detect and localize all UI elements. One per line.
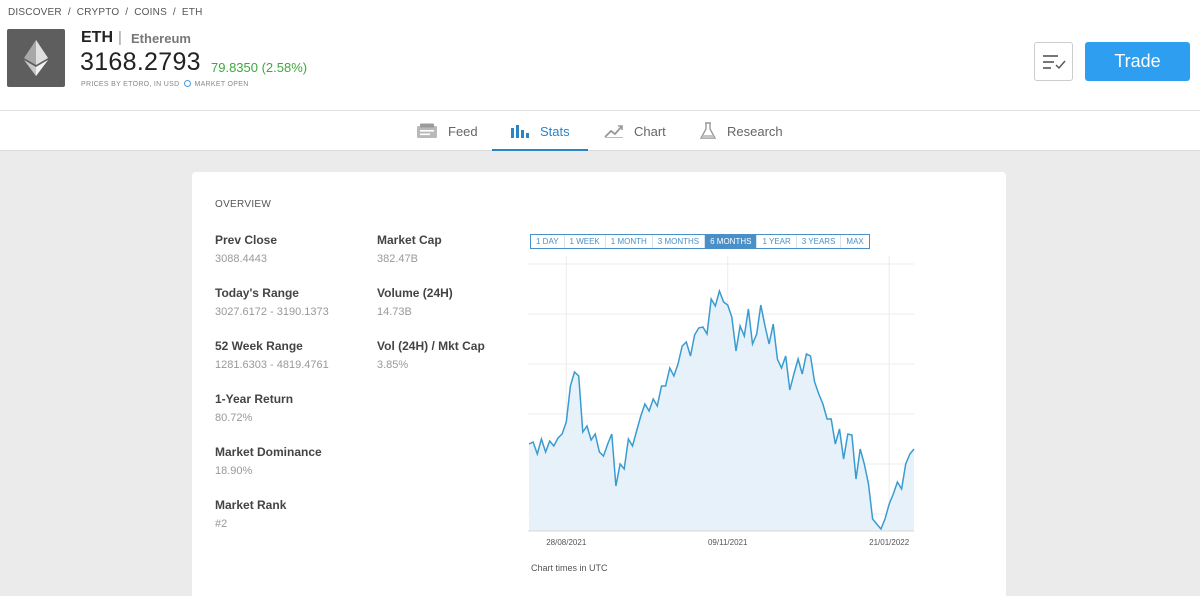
tab-label: Research [727, 123, 783, 139]
tab-feed[interactable]: Feed [416, 111, 478, 151]
price-area-fill [529, 291, 914, 531]
range-option-1-week[interactable]: 1 WEEK [565, 235, 606, 248]
range-option-max[interactable]: MAX [841, 235, 868, 248]
stat-market-cap: Market Cap 382.47B [377, 233, 442, 265]
stat-value: 80.72% [215, 412, 253, 424]
stat-value: 18.90% [215, 465, 253, 477]
stat-market-dominance: Market Dominance 18.90% [215, 445, 322, 477]
tab-research[interactable]: Research [699, 111, 783, 151]
x-tick-label: 28/08/2021 [546, 538, 587, 547]
bar-chart-icon [511, 125, 529, 138]
stat-1-year-return: 1-Year Return 80.72% [215, 392, 293, 424]
line-chart-icon [604, 125, 623, 138]
asset-header: DISCOVER / CRYPTO / COINS / ETH ETH | Et… [0, 0, 1200, 110]
stat-label: Vol (24H) / Mkt Cap [377, 339, 485, 353]
tab-stats[interactable]: Stats [492, 111, 588, 151]
chart-timezone-note: Chart times in UTC [531, 563, 608, 573]
stat-value: 382.47B [377, 253, 418, 265]
market-status: MARKET OPEN [194, 81, 249, 88]
stat-label: Market Rank [215, 498, 287, 512]
ethereum-icon [24, 40, 48, 76]
range-option-3-months[interactable]: 3 MONTHS [653, 235, 706, 248]
x-tick-label: 21/01/2022 [869, 538, 910, 547]
stat-label: Volume (24H) [377, 286, 453, 300]
breadcrumb-separator: / [125, 7, 129, 18]
price-chart: 5000.00004500.00004000.00003500.00003000… [528, 256, 915, 547]
range-option-1-year[interactable]: 1 YEAR [757, 235, 797, 248]
stat-label: Market Cap [377, 233, 442, 247]
flask-icon [699, 122, 717, 139]
current-price: 3168.2793 [80, 48, 201, 76]
overview-title: OVERVIEW [215, 199, 272, 210]
watchlist-button[interactable] [1034, 42, 1073, 81]
watchlist-check-icon [1043, 55, 1066, 70]
breadcrumb: DISCOVER / CRYPTO / COINS / ETH [8, 7, 206, 18]
stat-value: 3.85% [377, 359, 409, 371]
tab-label: Chart [634, 123, 666, 139]
breadcrumb-separator: / [172, 7, 176, 18]
stat-value: 14.73B [377, 306, 412, 318]
breadcrumb-crypto[interactable]: CRYPTO [77, 7, 120, 18]
title-separator: | [118, 29, 122, 46]
tab-label: Feed [448, 123, 478, 139]
asset-tabs: Feed Stats Chart Research [0, 110, 1200, 151]
range-option-1-day[interactable]: 1 DAY [531, 235, 565, 248]
ethereum-logo [7, 29, 65, 87]
tab-chart[interactable]: Chart [604, 111, 666, 151]
trade-button[interactable]: Trade [1085, 42, 1190, 81]
clock-icon [184, 80, 192, 87]
stat-todays-range: Today's Range 3027.6172 - 3190.1373 [215, 286, 329, 318]
price-source-info: PRICES BY ETORO, IN USD MARKET OPEN [81, 80, 249, 88]
stat-value: 3088.4443 [215, 253, 267, 265]
stat-market-rank: Market Rank #2 [215, 498, 286, 530]
breadcrumb-discover[interactable]: DISCOVER [8, 7, 62, 18]
stat-label: 1-Year Return [215, 392, 294, 406]
stat-prev-close: Prev Close 3088.4443 [215, 233, 277, 265]
x-tick-label: 09/11/2021 [708, 538, 748, 547]
coin-name: Ethereum [131, 31, 191, 46]
feed-icon [417, 123, 437, 138]
stat-label: Today's Range [215, 286, 299, 300]
range-option-3-years[interactable]: 3 YEARS [797, 235, 842, 248]
stat-vol-mkt-cap: Vol (24H) / Mkt Cap 3.85% [377, 339, 485, 371]
stat-value: 3027.6172 - 3190.1373 [215, 306, 329, 318]
range-option-6-months[interactable]: 6 MONTHS [705, 235, 758, 248]
stat-value: #2 [215, 518, 228, 530]
breadcrumb-coins[interactable]: COINS [134, 7, 167, 18]
stat-label: Market Dominance [215, 445, 322, 459]
stat-label: Prev Close [215, 233, 278, 247]
breadcrumb-separator: / [67, 7, 71, 18]
range-option-1-month[interactable]: 1 MONTH [606, 235, 653, 248]
tab-label: Stats [540, 123, 570, 139]
stat-52-week-range: 52 Week Range 1281.6303 - 4819.4761 [215, 339, 329, 371]
prices-by-label: PRICES BY ETORO, IN USD [81, 81, 180, 88]
overview-card: OVERVIEW Prev Close 3088.4443 Today's Ra… [192, 172, 1006, 596]
stat-label: 52 Week Range [215, 339, 303, 353]
stat-volume-24h: Volume (24H) 14.73B [377, 286, 453, 318]
stat-value: 1281.6303 - 4819.4761 [215, 359, 329, 371]
price-change: 79.8350 (2.58%) [211, 60, 308, 75]
breadcrumb-eth: ETH [181, 7, 203, 18]
coin-ticker: ETH [81, 29, 113, 46]
chart-range-selector: 1 DAY 1 WEEK 1 MONTH 3 MONTHS 6 MONTHS 1 YEAR… [530, 234, 870, 249]
